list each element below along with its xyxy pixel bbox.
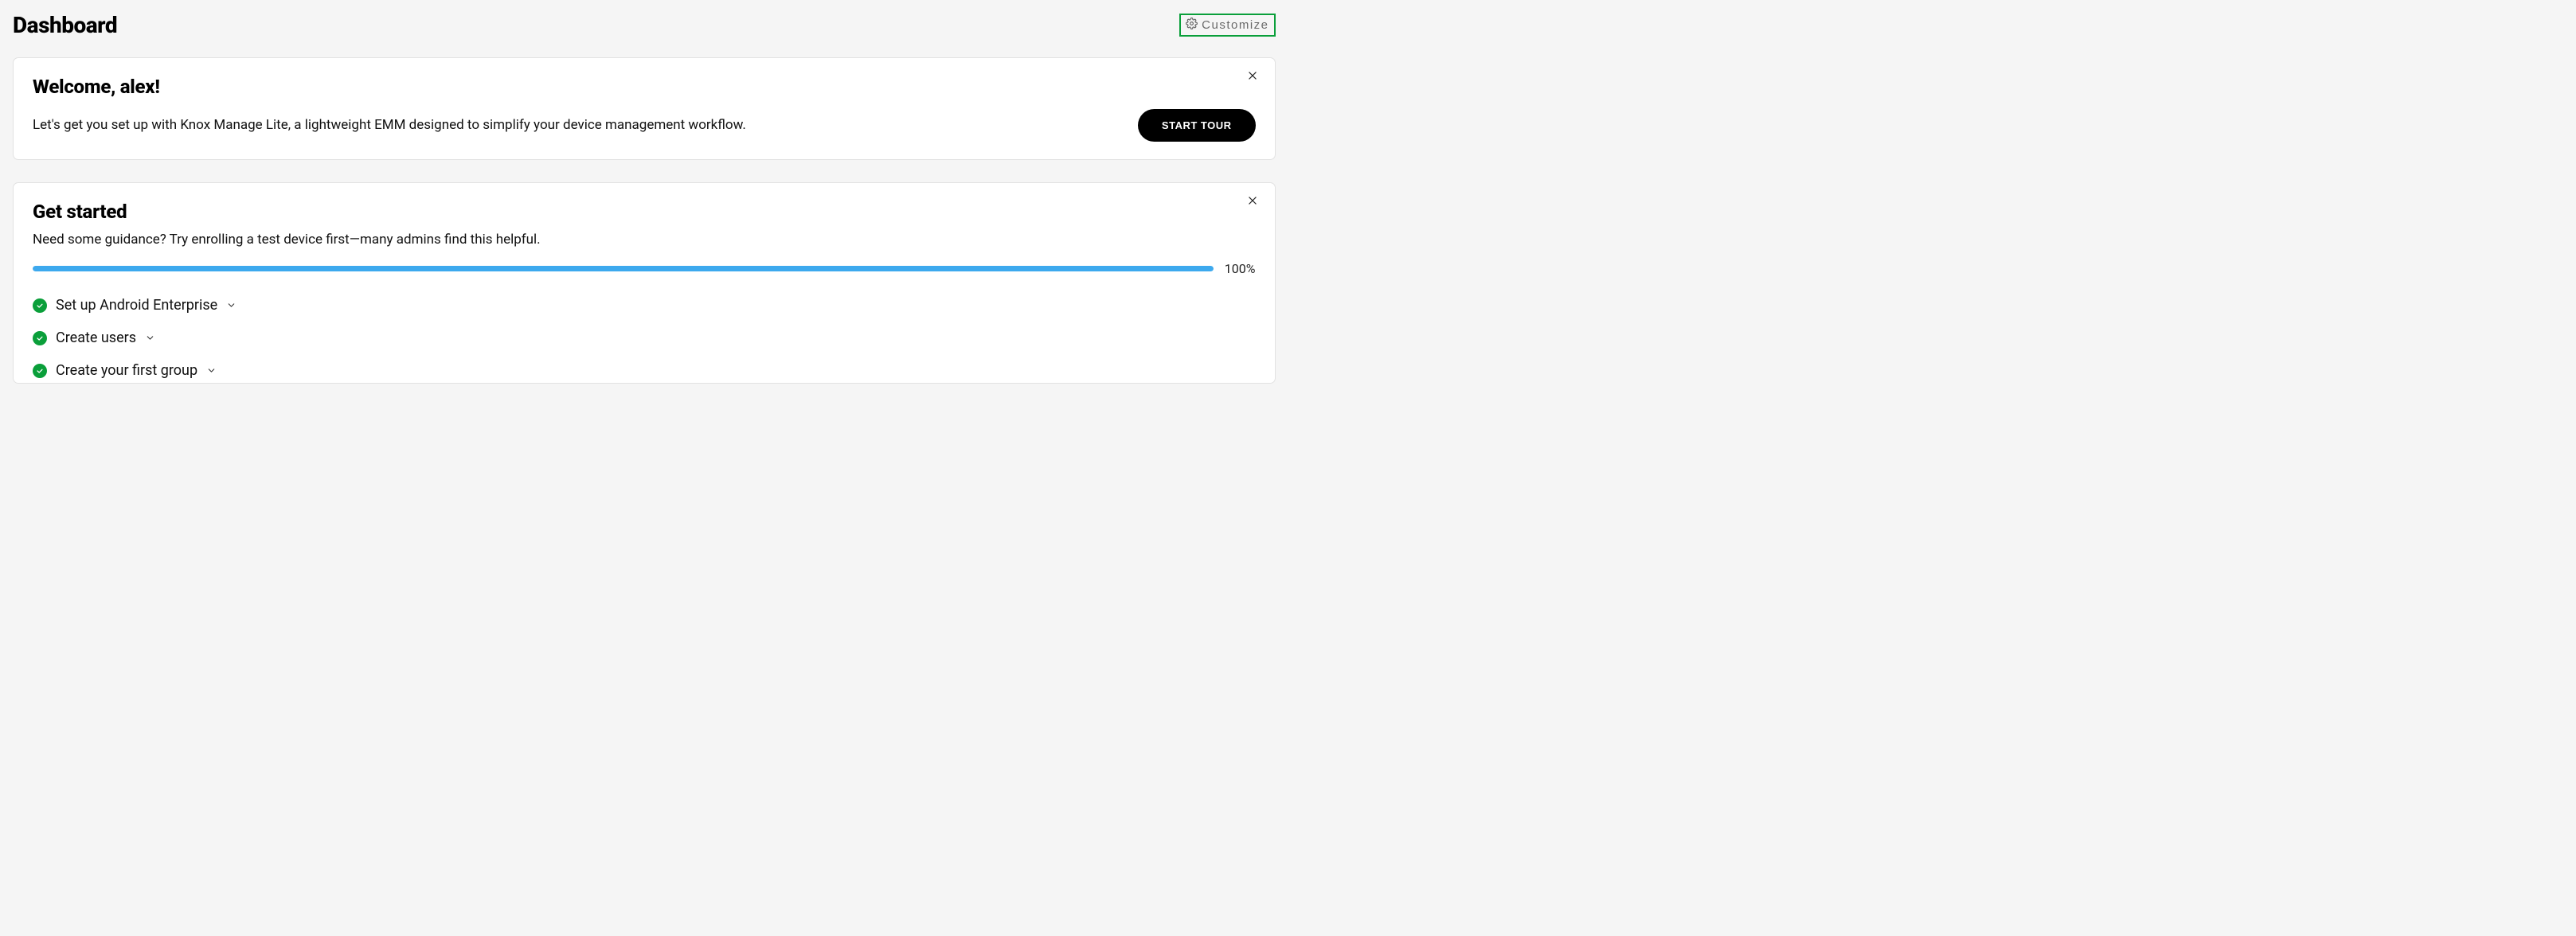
chevron-down-icon [206, 365, 217, 376]
check-circle-icon [33, 364, 47, 378]
close-icon[interactable] [1247, 195, 1258, 208]
get-started-title: Get started [33, 201, 1256, 223]
check-circle-icon [33, 331, 47, 345]
welcome-card: Welcome, alex! Let's get you set up with… [13, 57, 1276, 160]
customize-button[interactable]: Customize [1179, 14, 1275, 37]
step-setup-android-enterprise[interactable]: Set up Android Enterprise [33, 297, 1256, 314]
progress-bar [33, 266, 1214, 271]
close-icon[interactable] [1247, 70, 1258, 83]
customize-label: Customize [1202, 18, 1268, 32]
progress-row: 100% [33, 261, 1256, 276]
progress-fill [33, 266, 1214, 271]
welcome-title: Welcome, alex! [33, 76, 1256, 98]
step-create-first-group[interactable]: Create your first group [33, 362, 1256, 379]
step-create-users[interactable]: Create users [33, 330, 1256, 346]
step-label: Create users [56, 330, 136, 346]
chevron-down-icon [145, 333, 155, 343]
welcome-description: Let's get you set up with Knox Manage Li… [33, 116, 1119, 135]
step-label: Set up Android Enterprise [56, 297, 217, 314]
chevron-down-icon [226, 300, 236, 310]
progress-percent-label: 100% [1225, 261, 1256, 276]
dashboard-header: Dashboard Customize [13, 12, 1276, 38]
step-label: Create your first group [56, 362, 197, 379]
check-circle-icon [33, 298, 47, 313]
get-started-card: Get started Need some guidance? Try enro… [13, 182, 1276, 384]
page-title: Dashboard [13, 12, 117, 38]
start-tour-button[interactable]: START TOUR [1138, 109, 1256, 142]
step-list: Set up Android Enterprise Create users C… [33, 297, 1256, 379]
get-started-description: Need some guidance? Try enrolling a test… [33, 232, 1256, 248]
gear-icon [1186, 18, 1198, 33]
